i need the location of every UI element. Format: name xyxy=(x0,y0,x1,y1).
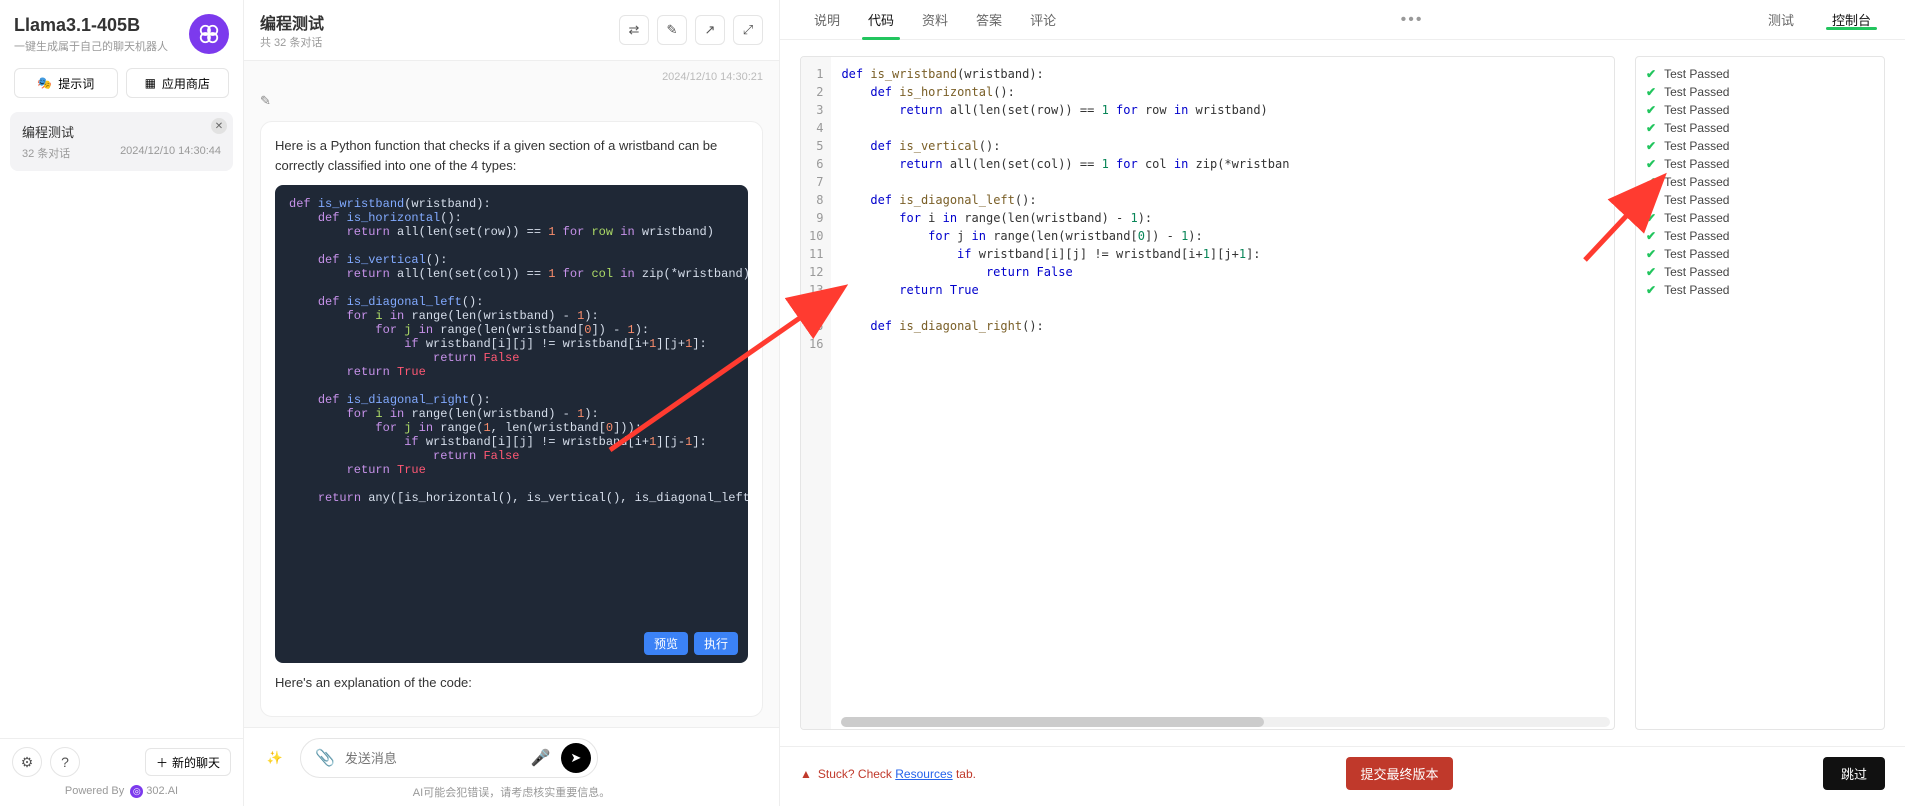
test-label: Test Passed xyxy=(1664,139,1729,153)
tab-answers[interactable]: 答案 xyxy=(962,0,1016,39)
test-label: Test Passed xyxy=(1664,211,1729,225)
test-row: ✔ Test Passed xyxy=(1646,209,1874,227)
test-row: ✔ Test Passed xyxy=(1646,191,1874,209)
check-icon: ✔ xyxy=(1646,229,1656,243)
test-results: ✔ Test Passed ✔ Test Passed ✔ Test Passed ✔ Tes… xyxy=(1635,56,1885,730)
new-chat-button[interactable]: ＋ 新的聊天 xyxy=(145,748,231,776)
test-label: Test Passed xyxy=(1664,67,1729,81)
test-label: Test Passed xyxy=(1664,229,1729,243)
chat-pane: 编程测试 共 32 条对话 ⇄ ✎ ↗ ⤢ 2024/12/10 14:30:2… xyxy=(244,0,780,806)
test-row: ✔ Test Passed xyxy=(1646,83,1874,101)
sidebar-header: Llama3.1-405B 一键生成属于自己的聊天机器人 xyxy=(0,0,243,62)
edit-message-icon[interactable]: ✎ xyxy=(260,93,278,111)
resources-link[interactable]: Resources xyxy=(895,767,952,781)
check-icon: ✔ xyxy=(1646,211,1656,225)
check-icon: ✔ xyxy=(1646,157,1656,171)
fullscreen-icon[interactable]: ⤢ xyxy=(733,15,763,45)
test-label: Test Passed xyxy=(1664,103,1729,117)
tab-description[interactable]: 说明 xyxy=(800,0,854,39)
message-time: 2024/12/10 14:30:21 xyxy=(260,71,763,83)
chat-input-bar: 📎 🎤 ➤ xyxy=(300,738,598,778)
send-button[interactable]: ➤ xyxy=(561,743,591,773)
editor-code-area[interactable]: def is_wristband(wristband): def is_hori… xyxy=(831,57,1614,729)
test-row: ✔ Test Passed xyxy=(1646,137,1874,155)
tab-code[interactable]: 代码 xyxy=(854,0,908,39)
check-icon: ✔ xyxy=(1646,139,1656,153)
settings-icon[interactable]: ⚙ xyxy=(12,747,42,777)
test-row: ✔ Test Passed xyxy=(1646,101,1874,119)
assistant-message: Here is a Python function that checks if… xyxy=(260,121,763,717)
powered-by: Powered By ◎302.AI xyxy=(12,785,231,798)
conversation-item[interactable]: 编程测试 32 条对话 2024/12/10 14:30:44 ✕ xyxy=(10,112,233,171)
check-icon: ✔ xyxy=(1646,175,1656,189)
run-button[interactable]: 执行 xyxy=(694,632,738,655)
test-row: ✔ Test Passed xyxy=(1646,155,1874,173)
magic-icon[interactable]: ✨ xyxy=(260,743,290,773)
scrollbar-thumb[interactable] xyxy=(841,717,1264,727)
code-block: def is_wristband(wristband): def is_hori… xyxy=(275,185,748,663)
code-editor[interactable]: 12345678910111213141516 def is_wristband… xyxy=(800,56,1615,730)
horizontal-scrollbar[interactable] xyxy=(841,717,1610,727)
test-row: ✔ Test Passed xyxy=(1646,263,1874,281)
test-label: Test Passed xyxy=(1664,283,1729,297)
check-icon: ✔ xyxy=(1646,85,1656,99)
line-gutter: 12345678910111213141516 xyxy=(801,57,831,729)
test-label: Test Passed xyxy=(1664,85,1729,99)
check-icon: ✔ xyxy=(1646,265,1656,279)
prompt-button[interactable]: 🎭 提示词 xyxy=(14,68,118,98)
conversation-time: 2024/12/10 14:30:44 xyxy=(120,145,221,161)
test-label: Test Passed xyxy=(1664,175,1729,189)
chat-title: 编程测试 xyxy=(260,10,324,34)
swap-icon[interactable]: ⇄ xyxy=(619,15,649,45)
tab-console[interactable]: 控制台 xyxy=(1818,10,1885,29)
tab-resources[interactable]: 资料 xyxy=(908,0,962,39)
test-row: ✔ Test Passed xyxy=(1646,245,1874,263)
check-icon: ✔ xyxy=(1646,67,1656,81)
submit-button[interactable]: 提交最终版本 xyxy=(1346,757,1452,790)
preview-button[interactable]: 预览 xyxy=(644,632,688,655)
check-icon: ✔ xyxy=(1646,193,1656,207)
check-icon: ✔ xyxy=(1646,283,1656,297)
more-icon[interactable]: ••• xyxy=(1391,11,1434,29)
microphone-icon[interactable]: 🎤 xyxy=(531,748,551,768)
test-row: ✔ Test Passed xyxy=(1646,119,1874,137)
test-label: Test Passed xyxy=(1664,121,1729,135)
test-label: Test Passed xyxy=(1664,193,1729,207)
attach-icon[interactable]: 📎 xyxy=(315,748,335,768)
conversation-title: 编程测试 xyxy=(22,122,221,141)
test-row: ✔ Test Passed xyxy=(1646,281,1874,299)
conversation-count: 32 条对话 xyxy=(22,145,70,161)
stuck-hint: ▲ Stuck? Check Resources tab. xyxy=(800,767,976,781)
test-label: Test Passed xyxy=(1664,157,1729,171)
model-subtitle: 一键生成属于自己的聊天机器人 xyxy=(14,38,168,54)
model-logo-icon xyxy=(189,14,229,54)
top-tabs: 说明 代码 资料 答案 评论 ••• 测试 控制台 xyxy=(780,0,1905,40)
skip-button[interactable]: 跳过 xyxy=(1823,757,1885,790)
test-label: Test Passed xyxy=(1664,247,1729,261)
test-row: ✔ Test Passed xyxy=(1646,65,1874,83)
warning-icon: ▲ xyxy=(800,767,812,781)
close-conversation-icon[interactable]: ✕ xyxy=(211,118,227,134)
chat-header: 编程测试 共 32 条对话 ⇄ ✎ ↗ ⤢ xyxy=(244,0,779,61)
check-icon: ✔ xyxy=(1646,121,1656,135)
disclaimer-text: AI可能会犯错误，请考虑核实重要信息。 xyxy=(260,784,763,800)
test-label: Test Passed xyxy=(1664,265,1729,279)
editor-pane: 说明 代码 资料 答案 评论 ••• 测试 控制台 12345678910111… xyxy=(780,0,1905,806)
check-icon: ✔ xyxy=(1646,103,1656,117)
test-row: ✔ Test Passed xyxy=(1646,173,1874,191)
tab-test[interactable]: 测试 xyxy=(1754,10,1808,29)
check-icon: ✔ xyxy=(1646,247,1656,261)
chat-input[interactable] xyxy=(345,751,521,766)
edit-icon[interactable]: ✎ xyxy=(657,15,687,45)
test-row: ✔ Test Passed xyxy=(1646,227,1874,245)
app-store-button[interactable]: ▦ 应用商店 xyxy=(126,68,230,98)
help-icon[interactable]: ? xyxy=(50,747,80,777)
assistant-intro-text: Here is a Python function that checks if… xyxy=(275,136,748,175)
tab-comments[interactable]: 评论 xyxy=(1016,0,1070,39)
assistant-after-text: Here's an explanation of the code: xyxy=(275,673,748,693)
app-sidebar: Llama3.1-405B 一键生成属于自己的聊天机器人 🎭 提示词 ▦ 应用商… xyxy=(0,0,244,806)
chat-subtitle: 共 32 条对话 xyxy=(260,34,324,50)
model-name: Llama3.1-405B xyxy=(14,15,168,36)
share-icon[interactable]: ↗ xyxy=(695,15,725,45)
